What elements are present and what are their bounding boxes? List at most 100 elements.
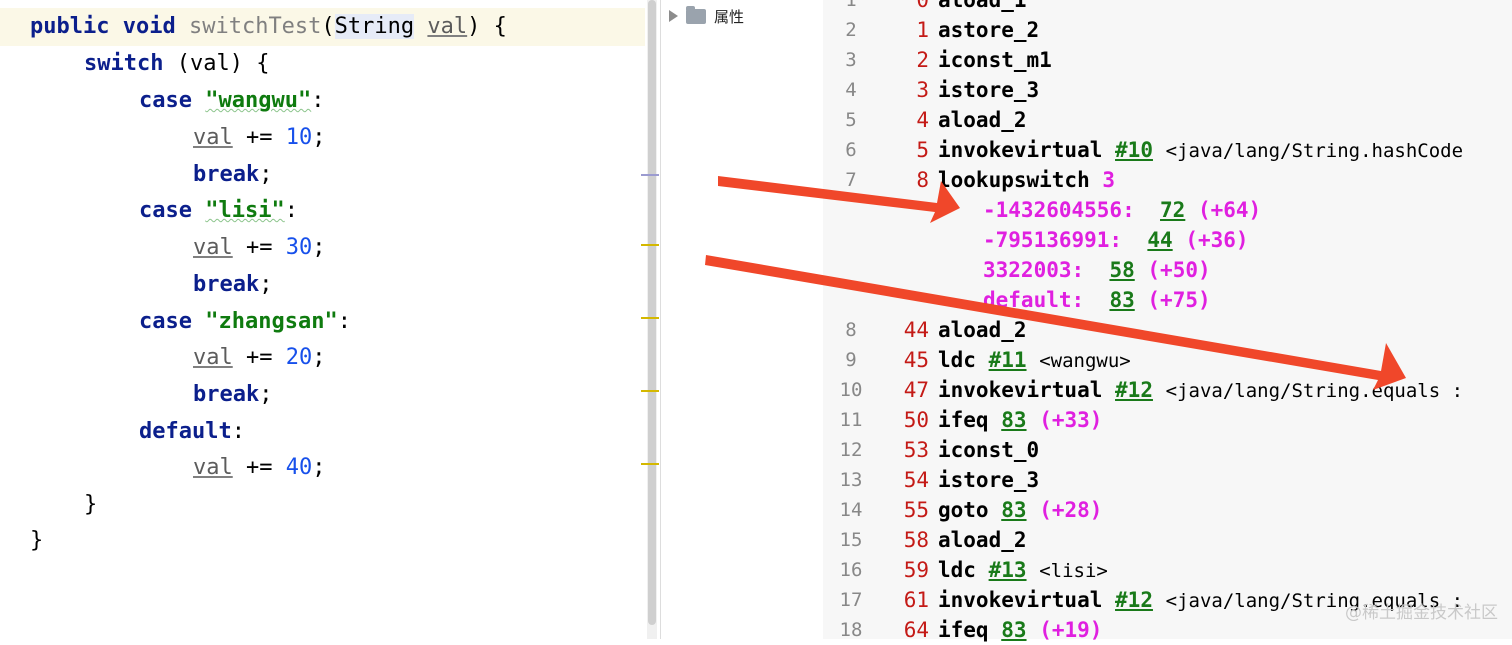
relative-offset: (+75) (1147, 288, 1211, 312)
switch-line[interactable]: switch (val) { (84, 46, 269, 82)
constant-ref: <java/lang/String.hashCode (1165, 140, 1464, 162)
editor-scrollbar-thumb[interactable] (648, 0, 656, 625)
instruction: lookupswitch 3 (938, 165, 1115, 195)
instruction: iconst_m1 (938, 45, 1052, 75)
bytecode-line[interactable]: 4 3 istore_3 (823, 75, 1512, 105)
opcode: astore_2 (938, 18, 1040, 42)
instruction: goto 83 (+28) (938, 495, 1102, 525)
bytecode-line[interactable]: 12 53 iconst_0 (823, 435, 1512, 465)
relative-offset: (+19) (1039, 618, 1103, 642)
gutter-warning-marker[interactable] (641, 390, 659, 392)
bytecode-offset: 0 (916, 0, 929, 12)
expand-triangle-icon[interactable] (669, 10, 678, 22)
switch-case-entry[interactable]: 3322003: 58 (+50) (983, 255, 1211, 285)
gutter-warning-marker[interactable] (641, 463, 659, 465)
line-number: 14 (839, 499, 863, 521)
instruction: invokevirtual #12 <java/lang/String.equa… (938, 375, 1463, 406)
operand-link[interactable]: 83 (1001, 618, 1026, 642)
case-key: -795136991: (983, 228, 1123, 252)
bytecode-line[interactable]: 10 47 invokevirtual #12 <java/lang/String.… (823, 375, 1512, 405)
bytecode-offset: 55 (903, 498, 929, 522)
case-key: default: (983, 288, 1085, 312)
tree-node-attributes[interactable]: 属性 (669, 5, 745, 26)
paren: ) { (467, 14, 507, 39)
var-name: val (193, 455, 233, 480)
default-line[interactable]: default: (139, 414, 245, 450)
var-name: val (193, 235, 233, 260)
keyword: default (139, 419, 232, 444)
line-number: 7 (845, 169, 857, 191)
bytecode-line[interactable]: 1 0 aload_1 (823, 0, 1512, 15)
operand-link[interactable]: #12 (1115, 378, 1153, 402)
operand-link[interactable]: 83 (1001, 498, 1026, 522)
bytecode-line[interactable]: 5 4 aload_2 (823, 105, 1512, 135)
bytecode-panel[interactable]: 1 0 aload_1 2 1 astore_2 3 2 iconst_m1 4 3 istore_3… (823, 0, 1512, 642)
opcode: invokevirtual (938, 378, 1103, 402)
bytecode-line[interactable]: 15 58 aload_2 (823, 525, 1512, 555)
opcode: invokevirtual (938, 588, 1103, 612)
opcode: lookupswitch (938, 168, 1090, 192)
switch-expr: (val) { (163, 51, 270, 76)
closing-brace: } (30, 528, 44, 553)
keyword: void (122, 14, 176, 39)
gutter-marker[interactable] (641, 174, 659, 176)
gutter-warning-marker[interactable] (641, 317, 659, 319)
operand-link[interactable]: #12 (1115, 588, 1153, 612)
opcode: aload_1 (938, 0, 1027, 12)
case-line[interactable]: case "zhangsan": (139, 304, 351, 340)
bytecode-offset: 4 (916, 108, 929, 132)
tree-node-label: 属性 (714, 7, 745, 26)
number-literal: 10 (285, 125, 313, 150)
break-line[interactable]: break; (193, 377, 272, 413)
case-target-link[interactable]: 44 (1147, 228, 1172, 252)
watermark: @稀土掘金技术社区 (1345, 603, 1498, 623)
instruction: ifeq 83 (+19) (938, 615, 1102, 645)
switch-case-entry[interactable]: default: 83 (+75) (983, 285, 1211, 315)
case-target-link[interactable]: 72 (1160, 198, 1185, 222)
relative-offset: (+28) (1039, 498, 1103, 522)
line-number: 9 (845, 349, 857, 371)
case-target-link[interactable]: 83 (1109, 288, 1134, 312)
semicolon: ; (312, 345, 326, 370)
bytecode-line[interactable]: 6 5 invokevirtual #10 <java/lang/String.ha… (823, 135, 1512, 165)
bytecode-line[interactable]: 14 55 goto 83 (+28) (823, 495, 1512, 525)
bytecode-line[interactable]: 13 54 istore_3 (823, 465, 1512, 495)
bytecode-line[interactable]: 8 44 aload_2 (823, 315, 1512, 345)
instruction: invokevirtual #10 <java/lang/String.hash… (938, 135, 1463, 166)
type-name: String (334, 14, 415, 39)
bytecode-line[interactable]: 16 59 ldc #13 <lisi> (823, 555, 1512, 585)
bytecode-line[interactable]: 11 50 ifeq 83 (+33) (823, 405, 1512, 435)
operator: += (232, 125, 286, 150)
colon: : (337, 309, 351, 334)
var-name: val (193, 345, 233, 370)
gutter-warning-marker[interactable] (641, 244, 659, 246)
case-line[interactable]: case "lisi": (139, 193, 298, 229)
case-target-link[interactable]: 58 (1109, 258, 1134, 282)
break-line[interactable]: break; (193, 157, 272, 193)
bytecode-line[interactable]: 2 1 astore_2 (823, 15, 1512, 45)
switch-case-entry[interactable]: -1432604556: 72 (+64) (983, 195, 1261, 225)
break-line[interactable]: break; (193, 267, 272, 303)
bytecode-line[interactable]: 3 2 iconst_m1 (823, 45, 1512, 75)
colon: : (284, 198, 298, 223)
operand-link[interactable]: 83 (1001, 408, 1026, 432)
assign-line[interactable]: val += 40; (193, 450, 325, 486)
operand-link[interactable]: #11 (989, 348, 1027, 372)
operator: += (232, 345, 286, 370)
operand-link[interactable]: #13 (989, 558, 1027, 582)
switch-case-entry[interactable]: -795136991: 44 (+36) (983, 225, 1249, 255)
line-number: 5 (845, 109, 857, 131)
bytecode-line[interactable]: 7 8 lookupswitch 3 (823, 165, 1512, 195)
instruction: istore_3 (938, 75, 1039, 105)
var-name: val (193, 125, 233, 150)
method-name: switchTest (188, 14, 322, 39)
method-signature[interactable]: public void switchTest(String val) { (30, 9, 507, 45)
bytecode-line[interactable]: 9 45 ldc #11 <wangwu> (823, 345, 1512, 375)
case-line[interactable]: case "wangwu": (139, 83, 324, 119)
assign-line[interactable]: val += 10; (193, 120, 325, 156)
assign-line[interactable]: val += 30; (193, 230, 325, 266)
code-editor[interactable]: public void switchTest(String val) { swi… (0, 0, 645, 639)
number-literal: 20 (285, 345, 313, 370)
assign-line[interactable]: val += 20; (193, 340, 325, 376)
operand-link[interactable]: #10 (1115, 138, 1153, 162)
